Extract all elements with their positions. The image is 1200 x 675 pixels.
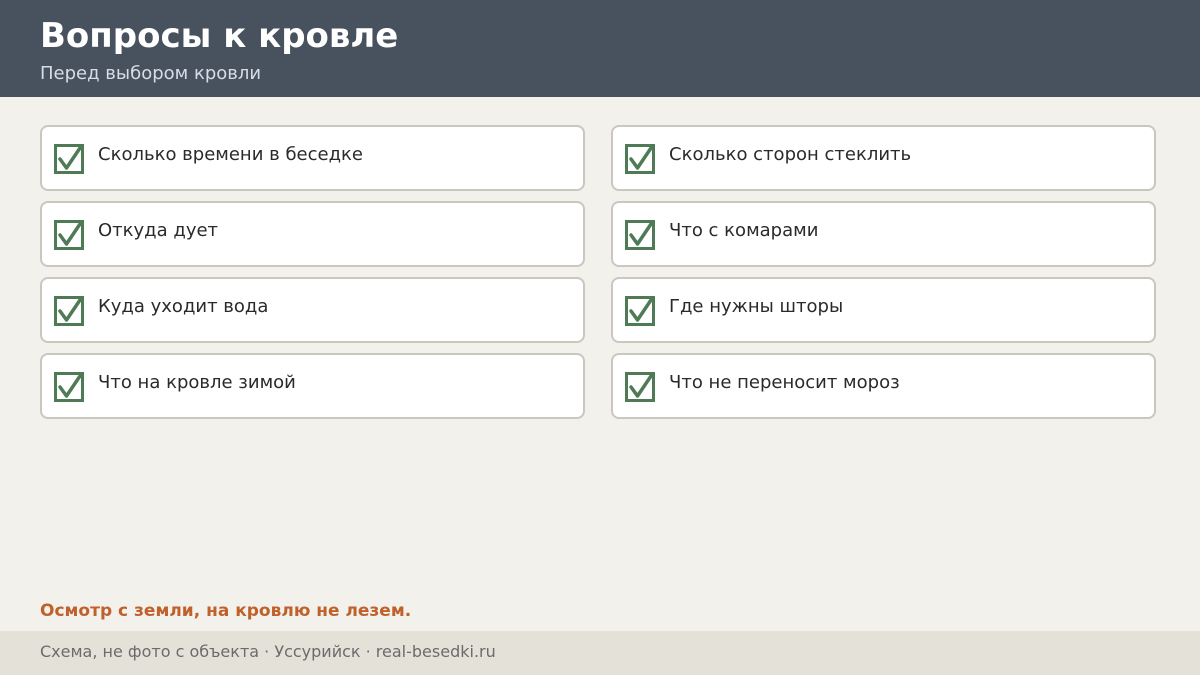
checkbox-checked-icon (625, 296, 655, 326)
checklist-item: Где нужны шторы (611, 277, 1156, 343)
checklist-item: Что на кровле зимой (40, 353, 585, 419)
checklist-item-label: Что на кровле зимой (98, 372, 296, 393)
checklist-item: Сколько сторон стеклить (611, 125, 1156, 191)
header: Вопросы к кровле Перед выбором кровли (0, 0, 1200, 97)
checklist-item: Сколько времени в беседке (40, 125, 585, 191)
checkbox-checked-icon (54, 220, 84, 250)
checkbox-checked-icon (625, 220, 655, 250)
checklist-item-label: Сколько времени в беседке (98, 144, 363, 165)
checkbox-checked-icon (54, 296, 84, 326)
checklist-item: Откуда дует (40, 201, 585, 267)
checklist-item-label: Сколько сторон стеклить (669, 144, 912, 165)
checklist-item: Что с комарами (611, 201, 1156, 267)
page-title: Вопросы к кровле (40, 16, 399, 56)
checklist-item-label: Где нужны шторы (669, 296, 844, 317)
footer: Схема, не фото с объекта · Уссурийск · r… (0, 631, 1200, 675)
checklist-item-label: Что не переносит мороз (669, 372, 900, 393)
checklist-item-label: Куда уходит вода (98, 296, 269, 317)
checklist-item: Что не переносит мороз (611, 353, 1156, 419)
checkbox-checked-icon (54, 144, 84, 174)
checklist-item-label: Откуда дует (98, 220, 219, 241)
checkbox-checked-icon (625, 144, 655, 174)
checklist-item: Куда уходит вода (40, 277, 585, 343)
checkbox-checked-icon (54, 372, 84, 402)
footer-text: Схема, не фото с объекта · Уссурийск · r… (40, 642, 496, 661)
warning-note: Осмотр с земли, на кровлю не лезем. (40, 601, 412, 621)
checklist: Сколько времени в беседке Сколько сторон… (40, 125, 1156, 419)
checklist-item-label: Что с комарами (669, 220, 819, 241)
page-subtitle: Перед выбором кровли (40, 63, 262, 84)
checkbox-checked-icon (625, 372, 655, 402)
